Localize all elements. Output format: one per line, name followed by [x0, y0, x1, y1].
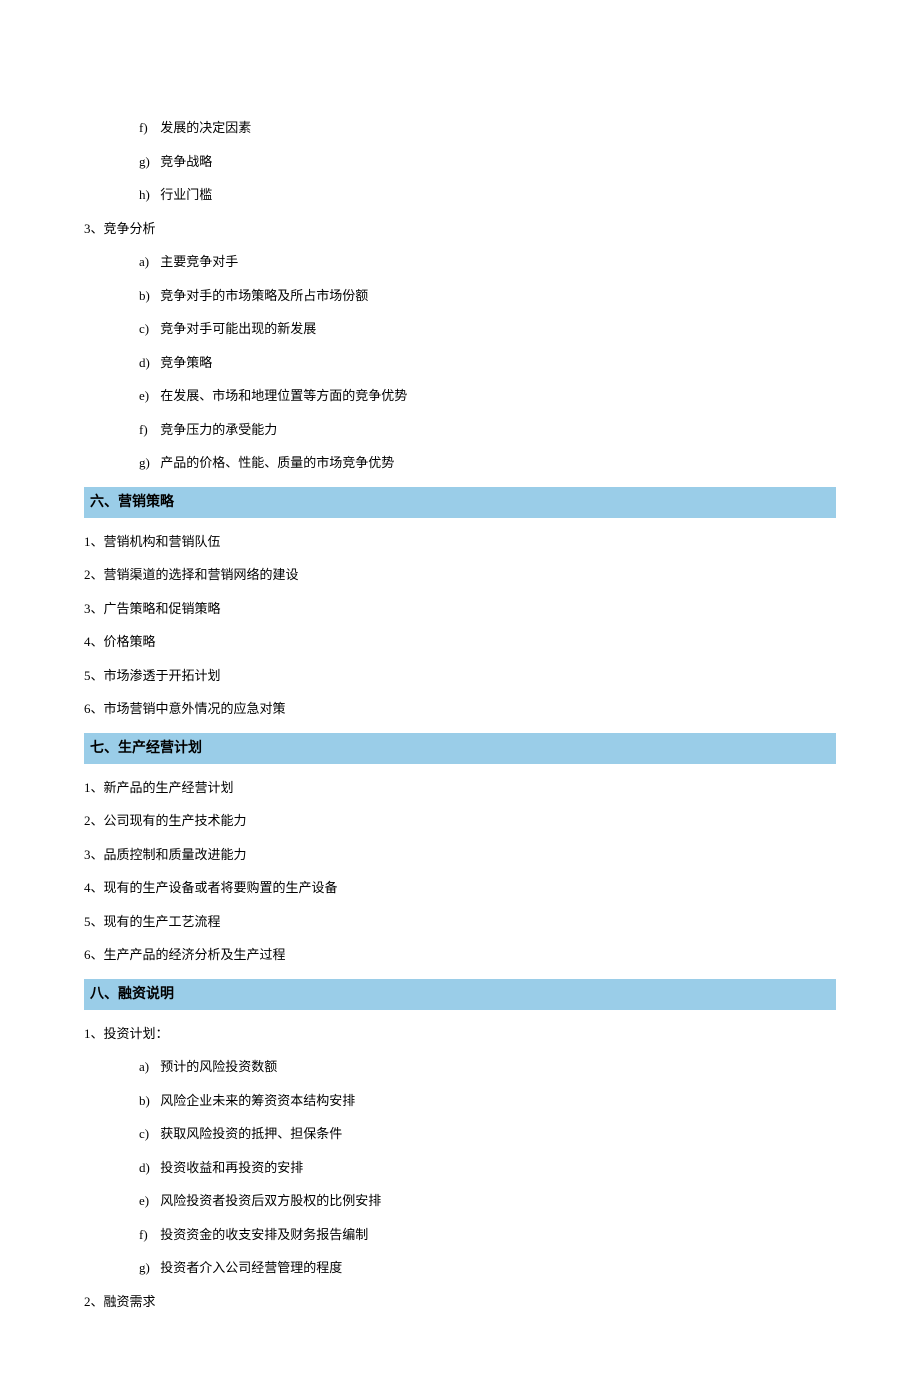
sub-item: g) 产品的价格、性能、质量的市场竞争优势 [84, 453, 836, 473]
item-text: 投资收益和再投资的安排 [160, 1160, 303, 1175]
item-marker: b) [139, 1091, 157, 1111]
list-item: 2、营销渠道的选择和营销网络的建设 [84, 565, 836, 585]
invest-header: 1、投资计划： [84, 1024, 836, 1044]
list-item: 5、市场渗透于开拓计划 [84, 666, 836, 686]
item-marker: c) [139, 319, 157, 339]
item-text: 预计的风险投资数额 [160, 1059, 277, 1074]
item-marker: a) [139, 1057, 157, 1077]
item-marker: c) [139, 1124, 157, 1144]
sub-item: g) 竞争战略 [84, 152, 836, 172]
competition-header: 3、竞争分析 [84, 219, 836, 239]
list-item: 6、市场营销中意外情况的应急对策 [84, 699, 836, 719]
item-text: 竞争对手可能出现的新发展 [160, 321, 316, 336]
sub-item: f) 发展的决定因素 [84, 118, 836, 138]
item-text: 竞争战略 [160, 154, 212, 169]
sub-item: d) 竞争策略 [84, 353, 836, 373]
sub-item: f) 竞争压力的承受能力 [84, 420, 836, 440]
item-text: 行业门槛 [160, 187, 212, 202]
sub-item: d) 投资收益和再投资的安排 [84, 1158, 836, 1178]
list-item: 6、生产产品的经济分析及生产过程 [84, 945, 836, 965]
list-item: 1、营销机构和营销队伍 [84, 532, 836, 552]
list-item: 4、现有的生产设备或者将要购置的生产设备 [84, 878, 836, 898]
sub-item: c) 竞争对手可能出现的新发展 [84, 319, 836, 339]
item-text: 竞争对手的市场策略及所占市场份额 [160, 288, 368, 303]
item-text: 风险投资者投资后双方股权的比例安排 [160, 1193, 381, 1208]
list-item: 3、广告策略和促销策略 [84, 599, 836, 619]
item-marker: g) [139, 1258, 157, 1278]
item-marker: e) [139, 386, 157, 406]
item-marker: e) [139, 1191, 157, 1211]
item-marker: d) [139, 353, 157, 373]
list-item: 1、新产品的生产经营计划 [84, 778, 836, 798]
item-text: 获取风险投资的抵押、担保条件 [160, 1126, 342, 1141]
item-marker: g) [139, 453, 157, 473]
item-marker: f) [139, 1225, 157, 1245]
item-marker: f) [139, 118, 157, 138]
section-8-header: 八、融资说明 [84, 979, 836, 1010]
item-marker: a) [139, 252, 157, 272]
sub-item: c) 获取风险投资的抵押、担保条件 [84, 1124, 836, 1144]
sub-item: e) 在发展、市场和地理位置等方面的竞争优势 [84, 386, 836, 406]
sub-item: a) 预计的风险投资数额 [84, 1057, 836, 1077]
section-6-header: 六、营销策略 [84, 487, 836, 518]
item-text: 竞争压力的承受能力 [160, 422, 277, 437]
list-item: 4、价格策略 [84, 632, 836, 652]
item-marker: d) [139, 1158, 157, 1178]
pre-sub-items-container: f) 发展的决定因素 g) 竞争战略 h) 行业门槛 [84, 118, 836, 205]
item-text: 在发展、市场和地理位置等方面的竞争优势 [160, 388, 407, 403]
invest-items-container: a) 预计的风险投资数额 b) 风险企业未来的筹资资本结构安排 c) 获取风险投… [84, 1057, 836, 1278]
list-item: 2、融资需求 [84, 1292, 836, 1312]
list-item: 3、品质控制和质量改进能力 [84, 845, 836, 865]
sub-item: e) 风险投资者投资后双方股权的比例安排 [84, 1191, 836, 1211]
item-text: 竞争策略 [160, 355, 212, 370]
sub-item: b) 风险企业未来的筹资资本结构安排 [84, 1091, 836, 1111]
item-text: 发展的决定因素 [160, 120, 251, 135]
item-text: 产品的价格、性能、质量的市场竞争优势 [160, 455, 394, 470]
list-item: 5、现有的生产工艺流程 [84, 912, 836, 932]
section-7-header: 七、生产经营计划 [84, 733, 836, 764]
sub-item: b) 竞争对手的市场策略及所占市场份额 [84, 286, 836, 306]
competition-items-container: a) 主要竞争对手 b) 竞争对手的市场策略及所占市场份额 c) 竞争对手可能出… [84, 252, 836, 473]
sub-item: f) 投资资金的收支安排及财务报告编制 [84, 1225, 836, 1245]
item-marker: f) [139, 420, 157, 440]
item-text: 主要竞争对手 [160, 254, 238, 269]
item-marker: g) [139, 152, 157, 172]
item-marker: b) [139, 286, 157, 306]
list-item: 2、公司现有的生产技术能力 [84, 811, 836, 831]
item-text: 投资资金的收支安排及财务报告编制 [160, 1227, 368, 1242]
item-text: 风险企业未来的筹资资本结构安排 [160, 1093, 355, 1108]
sub-item: a) 主要竞争对手 [84, 252, 836, 272]
item-text: 投资者介入公司经营管理的程度 [160, 1260, 342, 1275]
sub-item: g) 投资者介入公司经营管理的程度 [84, 1258, 836, 1278]
item-marker: h) [139, 185, 157, 205]
sub-item: h) 行业门槛 [84, 185, 836, 205]
